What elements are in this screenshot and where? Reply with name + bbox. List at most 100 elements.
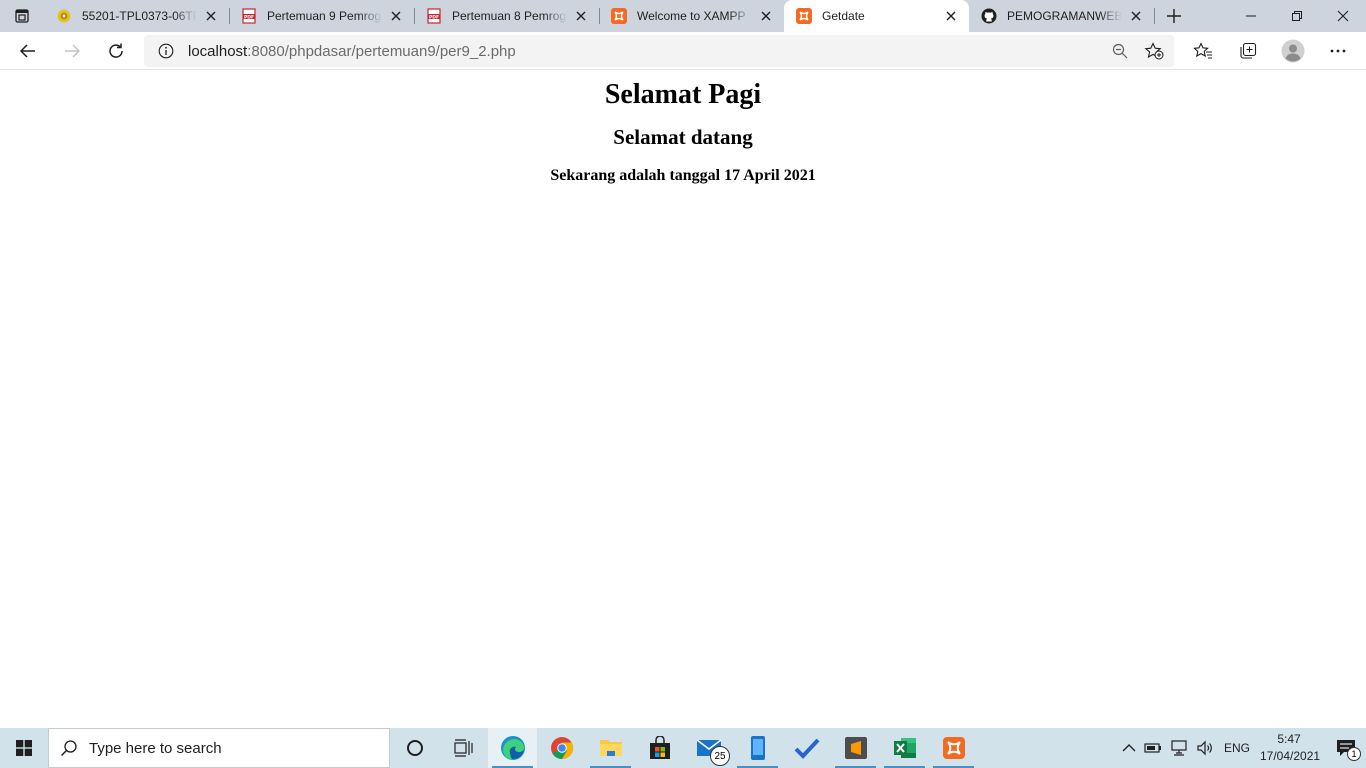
window-controls — [1228, 0, 1366, 32]
restore-button[interactable] — [1274, 0, 1320, 32]
page-content: Selamat Pagi Selamat datang Sekarang ada… — [0, 70, 1366, 728]
volume-indicator[interactable] — [1192, 728, 1218, 768]
taskbar-app-excel[interactable] — [880, 728, 929, 768]
tab-title: 55201-TPL0373-06TPL — [82, 9, 197, 23]
chevron-up-icon — [1122, 744, 1136, 752]
battery-indicator[interactable] — [1140, 728, 1166, 768]
search-icon — [49, 739, 89, 757]
taskbar-app-edge[interactable] — [488, 728, 537, 768]
taskbar-app-file-explorer[interactable] — [586, 728, 635, 768]
tab-6[interactable]: PEMOGRAMANWEB2/ — [969, 0, 1155, 32]
more-horizontal-icon — [1330, 49, 1345, 53]
welcome-heading: Selamat datang — [613, 125, 753, 149]
network-indicator[interactable] — [1166, 728, 1192, 768]
url-text[interactable]: localhost:8080/phpdasar/pertemuan9/per9_… — [188, 43, 516, 60]
close-icon[interactable] — [758, 8, 774, 24]
url-host: localhost — [188, 42, 248, 60]
windows-taskbar: Type here to search 25 ENG 5:47 17/04/20… — [0, 728, 1366, 768]
tab-title: Pertemuan 9 Pemrograman — [267, 9, 382, 23]
minimize-button[interactable] — [1228, 0, 1274, 32]
input-language-indicator[interactable]: ENG — [1218, 728, 1256, 768]
show-hidden-icons-button[interactable] — [1118, 728, 1140, 768]
search-placeholder: Type here to search — [89, 739, 222, 757]
close-icon[interactable] — [573, 8, 589, 24]
system-clock[interactable]: 5:47 17/04/2021 — [1256, 731, 1326, 765]
profile-button[interactable] — [1270, 32, 1315, 70]
svg-text:PDF: PDF — [244, 14, 254, 20]
info-icon[interactable] — [144, 35, 188, 67]
collections-button[interactable] — [1225, 32, 1270, 70]
taskbar-app-mail[interactable]: 25 — [684, 728, 733, 768]
settings-more-button[interactable] — [1315, 32, 1360, 70]
browser-toolbar: localhost:8080/phpdasar/pertemuan9/per9_… — [0, 32, 1366, 70]
tab-5-active[interactable]: Getdate — [784, 0, 969, 32]
checkmark-icon — [794, 738, 819, 759]
folder-icon — [599, 740, 622, 756]
chrome-icon — [550, 737, 573, 759]
taskbar-app-todo[interactable] — [782, 728, 831, 768]
excel-icon — [893, 738, 916, 758]
action-center-button[interactable]: 1 — [1326, 728, 1366, 768]
close-icon[interactable] — [1128, 8, 1144, 24]
tab-strip: 55201-TPL0373-06TPL PDF Pertemuan 9 Pemr… — [0, 0, 1366, 32]
forward-button[interactable] — [50, 32, 94, 70]
back-button[interactable] — [6, 32, 50, 70]
cortana-icon — [406, 740, 423, 756]
cortana-button[interactable] — [390, 728, 439, 768]
restore-icon — [1292, 11, 1302, 21]
xampp-icon — [942, 737, 965, 759]
tab-4[interactable]: Welcome to XAMPP — [599, 0, 784, 32]
close-icon[interactable] — [943, 8, 959, 24]
phone-icon — [750, 736, 765, 760]
network-ethernet-icon — [1171, 740, 1187, 756]
arrow-left-icon — [19, 43, 35, 58]
taskbar-app-store[interactable] — [635, 728, 684, 768]
xampp-icon — [611, 8, 627, 24]
close-icon[interactable] — [388, 8, 404, 24]
tab-1[interactable]: 55201-TPL0373-06TPL — [44, 0, 230, 32]
new-tab-button[interactable] — [1156, 0, 1192, 32]
collections-icon — [1239, 42, 1256, 59]
favorites-icon — [1192, 42, 1212, 59]
greeting-heading: Selamat Pagi — [604, 79, 762, 110]
tab-3[interactable]: PDF Pertemuan 8 Pemrograman — [414, 0, 600, 32]
close-icon — [1337, 10, 1349, 22]
favorites-button[interactable] — [1180, 32, 1225, 70]
tab-title: Getdate — [822, 9, 865, 23]
taskbar-app-chrome[interactable] — [537, 728, 586, 768]
svg-text:PDF: PDF — [429, 14, 439, 20]
sublime-text-icon — [844, 737, 867, 759]
tab-title: Welcome to XAMPP — [637, 9, 746, 23]
toolbar-right-tools — [1180, 32, 1366, 70]
windows-logo-icon — [16, 740, 32, 756]
arrow-right-icon — [65, 43, 81, 58]
add-favorite-icon[interactable] — [1144, 42, 1164, 65]
edge-icon — [500, 736, 525, 760]
tab-title: PEMOGRAMANWEB2/ — [1007, 9, 1122, 23]
avatar-icon — [1281, 39, 1304, 63]
close-icon[interactable] — [203, 8, 219, 24]
github-icon — [981, 8, 997, 24]
start-button[interactable] — [0, 728, 48, 768]
task-view-button[interactable] — [439, 728, 488, 768]
date-heading: Sekarang adalah tanggal 17 April 2021 — [550, 167, 816, 184]
address-bar[interactable]: localhost:8080/phpdasar/pertemuan9/per9_… — [144, 35, 1174, 67]
tab-title: Pertemuan 8 Pemrograman — [452, 9, 567, 23]
refresh-button[interactable] — [94, 32, 138, 70]
tab-2[interactable]: PDF Pertemuan 9 Pemrograman — [229, 0, 415, 32]
task-view-icon — [453, 739, 473, 757]
xampp-icon — [796, 8, 812, 24]
taskbar-search-box[interactable]: Type here to search — [48, 728, 390, 768]
mail-unread-badge: 25 — [710, 746, 730, 766]
tab-actions-icon — [15, 9, 29, 23]
store-bag-icon — [649, 736, 670, 759]
zoom-out-icon[interactable] — [1112, 43, 1128, 64]
taskbar-app-sublime-text[interactable] — [831, 728, 880, 768]
taskbar-app-xampp[interactable] — [929, 728, 978, 768]
close-window-button[interactable] — [1320, 0, 1366, 32]
pdf-icon: PDF — [241, 8, 257, 24]
notification-count-badge: 1 — [1347, 747, 1361, 761]
taskbar-app-phone[interactable] — [733, 728, 782, 768]
clock-date: 17/04/2021 — [1260, 749, 1321, 763]
tab-actions-button[interactable] — [0, 0, 44, 32]
